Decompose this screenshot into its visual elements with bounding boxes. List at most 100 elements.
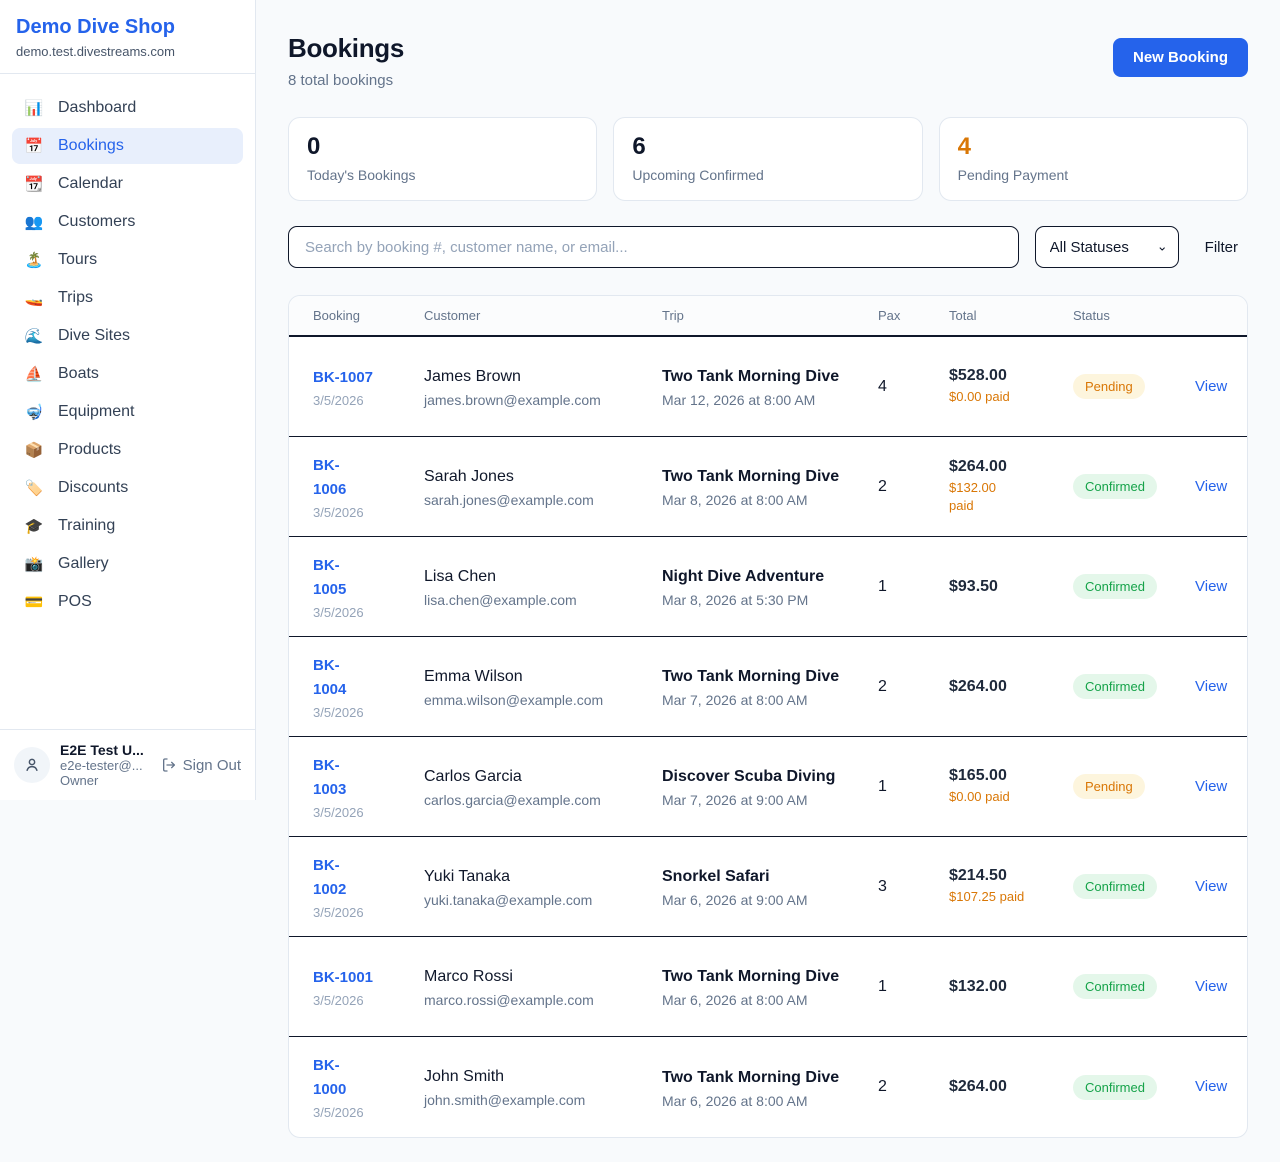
brand-block: Demo Dive Shop demo.test.divestreams.com [0,0,255,74]
table-row: BK- 1000 3/5/2026 John Smith john.smith@… [289,1037,1247,1137]
sidebar-item-bookings[interactable]: 📅 Bookings [12,128,243,164]
sidebar-item-label: Products [58,441,121,459]
booking-number-link[interactable]: BK-1007 [313,366,373,390]
view-booking-link[interactable]: View [1195,578,1227,595]
trips-icon: 🚤 [24,289,44,307]
view-booking-link[interactable]: View [1195,478,1227,495]
trip-datetime: Mar 6, 2026 at 8:00 AM [662,1093,862,1109]
sidebar-item-label: Boats [58,365,99,383]
booking-number-link[interactable]: BK-1001 [313,966,373,990]
status-select[interactable]: All Statuses [1035,226,1179,268]
trip-datetime: Mar 8, 2026 at 5:30 PM [662,592,862,608]
total-amount: $264.00 [949,678,1057,696]
booking-created-date: 3/5/2026 [313,605,408,620]
sidebar-item-dashboard[interactable]: 📊 Dashboard [12,90,243,126]
pax-count: 2 [878,678,949,696]
sign-out-button[interactable]: Sign Out [161,757,241,774]
pax-count: 4 [878,378,949,396]
column-header-booking: Booking [313,308,424,323]
sidebar-item-boats[interactable]: ⛵ Boats [12,356,243,392]
sidebar-item-label: Gallery [58,555,109,573]
sidebar-item-discounts[interactable]: 🏷️ Discounts [12,470,243,506]
trip-name: Two Tank Morning Dive [662,965,852,989]
view-booking-link[interactable]: View [1195,978,1227,995]
view-booking-link[interactable]: View [1195,1078,1227,1095]
page-header: Bookings 8 total bookings New Booking [288,33,1248,89]
booking-created-date: 3/5/2026 [313,505,408,520]
sidebar-item-label: Equipment [58,403,135,421]
status-select-wrap: All Statuses ⌄ [1035,226,1179,268]
column-header-status: Status [1073,308,1195,323]
view-booking-link[interactable]: View [1195,878,1227,895]
sidebar-item-calendar[interactable]: 📆 Calendar [12,166,243,202]
new-booking-button[interactable]: New Booking [1113,38,1248,77]
sidebar-item-customers[interactable]: 👥 Customers [12,204,243,240]
sidebar-item-training[interactable]: 🎓 Training [12,508,243,544]
table-row: BK- 1003 3/5/2026 Carlos Garcia carlos.g… [289,737,1247,837]
sidebar-item-pos[interactable]: 💳 POS [12,584,243,620]
status-badge: Confirmed [1073,474,1157,499]
booking-number-link[interactable]: BK- 1002 [313,854,346,902]
filter-row: All Statuses ⌄ Filter [288,226,1248,268]
trip-datetime: Mar 12, 2026 at 8:00 AM [662,392,862,408]
booking-number-link[interactable]: BK- 1004 [313,654,346,702]
trip-datetime: Mar 8, 2026 at 8:00 AM [662,492,862,508]
trip-datetime: Mar 6, 2026 at 9:00 AM [662,892,862,908]
status-badge: Pending [1073,774,1145,799]
gallery-icon: 📸 [24,555,44,573]
pax-count: 3 [878,878,949,896]
boats-icon: ⛵ [24,365,44,383]
equipment-icon: 🤿 [24,403,44,421]
sidebar-item-label: Calendar [58,175,123,193]
sidebar-item-dive-sites[interactable]: 🌊 Dive Sites [12,318,243,354]
paid-amount: $0.00 paid [949,788,1029,806]
booking-created-date: 3/5/2026 [313,393,408,408]
sidebar-item-tours[interactable]: 🏝️ Tours [12,242,243,278]
customer-email: john.smith@example.com [424,1092,646,1108]
tours-icon: 🏝️ [24,251,44,269]
total-amount: $264.00 [949,1078,1057,1096]
page-subtitle: 8 total bookings [288,72,404,89]
customer-email: lisa.chen@example.com [424,592,646,608]
table-row: BK-1001 3/5/2026 Marco Rossi marco.rossi… [289,937,1247,1037]
pax-count: 2 [878,1078,949,1096]
status-badge: Confirmed [1073,1075,1157,1100]
booking-created-date: 3/5/2026 [313,1105,408,1120]
table-row: BK- 1002 3/5/2026 Yuki Tanaka yuki.tanak… [289,837,1247,937]
customer-name: Emma Wilson [424,666,646,688]
booking-created-date: 3/5/2026 [313,905,408,920]
booking-number-link[interactable]: BK- 1005 [313,554,346,602]
customer-name: Lisa Chen [424,566,646,588]
main-content: Bookings 8 total bookings New Booking 0 … [256,0,1280,1138]
stat-label: Upcoming Confirmed [632,167,903,183]
dive-sites-icon: 🌊 [24,327,44,345]
column-header-pax: Pax [878,308,949,323]
person-icon [23,756,41,774]
column-header-total: Total [949,308,1073,323]
view-booking-link[interactable]: View [1195,778,1227,795]
view-booking-link[interactable]: View [1195,678,1227,695]
view-booking-link[interactable]: View [1195,378,1227,395]
stats-row: 0 Today's Bookings 6 Upcoming Confirmed … [288,117,1248,201]
search-input[interactable] [288,226,1019,268]
filter-button[interactable]: Filter [1195,239,1248,256]
total-amount: $93.50 [949,578,1057,596]
bookings-table: Booking Customer Trip Pax Total Status B… [288,295,1248,1138]
booking-number-link[interactable]: BK- 1000 [313,1054,346,1102]
sidebar-item-label: Training [58,517,115,535]
sidebar-item-equipment[interactable]: 🤿 Equipment [12,394,243,430]
status-badge: Confirmed [1073,574,1157,599]
sidebar-item-trips[interactable]: 🚤 Trips [12,280,243,316]
sidebar: Demo Dive Shop demo.test.divestreams.com… [0,0,256,800]
booking-number-link[interactable]: BK- 1003 [313,754,346,802]
dashboard-icon: 📊 [24,99,44,117]
pax-count: 1 [878,778,949,796]
table-header-row: Booking Customer Trip Pax Total Status [289,296,1247,337]
brand-name: Demo Dive Shop [16,16,239,39]
pax-count: 1 [878,578,949,596]
sidebar-item-products[interactable]: 📦 Products [12,432,243,468]
pax-count: 2 [878,478,949,496]
sidebar-item-gallery[interactable]: 📸 Gallery [12,546,243,582]
booking-number-link[interactable]: BK- 1006 [313,454,346,502]
total-amount: $165.00 [949,767,1057,785]
